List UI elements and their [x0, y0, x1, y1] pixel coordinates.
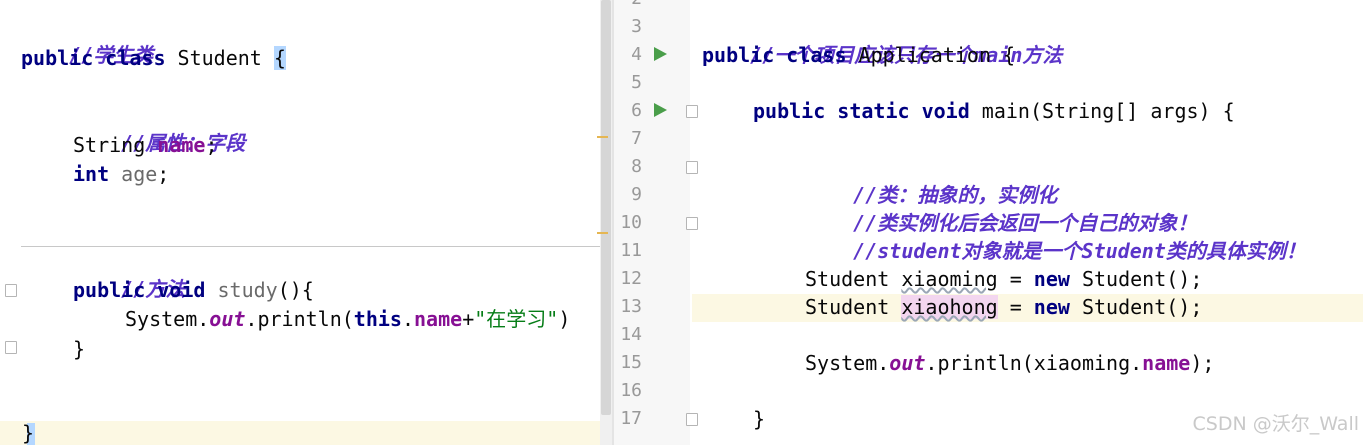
semicolon: ;	[157, 162, 170, 186]
current-line-highlight	[0, 421, 600, 445]
keyword: public static void	[753, 99, 982, 123]
code-line: public static void main(String[] args) {	[753, 97, 1235, 125]
variable-name[interactable]: xiaoming	[901, 267, 997, 291]
code-line: System.out.println(xiaoming.name);	[805, 349, 1214, 377]
field-name: age	[121, 162, 158, 186]
line-number[interactable]: 6	[614, 97, 642, 125]
field-name: name	[1142, 351, 1191, 375]
line-number[interactable]: 16	[614, 377, 642, 405]
code-text: Application {	[858, 43, 1016, 67]
code-text: );	[1190, 351, 1215, 375]
keyword: new	[1033, 267, 1082, 291]
keyword: public void	[73, 278, 218, 302]
line-number[interactable]: 2	[614, 0, 642, 13]
code-line: System.out.println(this.name+"在学习")	[125, 305, 570, 333]
fold-marker-icon[interactable]	[5, 284, 17, 297]
fold-marker-icon[interactable]	[686, 161, 698, 174]
keyword: public class	[21, 46, 178, 70]
type-name: String	[73, 133, 158, 157]
variable-name[interactable]: xiaohong	[901, 295, 998, 319]
code-line: }	[73, 335, 85, 363]
code-line: Student xiaohong = new Student();	[805, 293, 1202, 321]
line-number[interactable]: 4	[614, 41, 642, 69]
code-line: public class Application {	[702, 41, 1015, 69]
field-name: name	[157, 133, 206, 157]
line-number[interactable]: 12	[614, 265, 642, 293]
code-line: int age;	[73, 160, 169, 188]
code-text: .println(	[245, 307, 354, 331]
brace-match: {	[273, 46, 286, 70]
type-name: Student	[805, 267, 902, 291]
student-editor-pane[interactable]: //学生类 public class Student { //属性：字段 Str…	[0, 0, 600, 445]
keyword: this	[353, 307, 402, 331]
scrollbar-thumb[interactable]	[601, 0, 611, 415]
code-line: String name;	[73, 131, 218, 159]
line-number[interactable]: 10	[614, 209, 642, 237]
code-line: public class Student {	[21, 44, 286, 72]
line-number[interactable]: 3	[614, 13, 642, 41]
keyword: int	[73, 162, 122, 186]
code-line: }	[753, 405, 765, 433]
code-text: Student();	[1081, 267, 1203, 291]
warning-stripe[interactable]	[597, 232, 608, 234]
line-number[interactable]: 17	[614, 405, 642, 433]
run-class-icon[interactable]	[654, 47, 667, 61]
method-name: study	[217, 278, 278, 302]
line-number[interactable]: 5	[614, 69, 642, 97]
code-text: main(String[] args) {	[981, 99, 1235, 123]
keyword: new	[1033, 295, 1082, 319]
line-number[interactable]: 14	[614, 321, 642, 349]
code-text: Student();	[1081, 295, 1203, 319]
string-literal: "在学习"	[474, 307, 559, 331]
line-number[interactable]: 13	[614, 293, 642, 321]
field-name: name	[414, 307, 463, 331]
fold-marker-icon[interactable]	[686, 413, 698, 426]
run-main-icon[interactable]	[654, 103, 667, 117]
comment: //student对象就是一个Student类的具体实例！	[853, 239, 1306, 263]
static-field: out	[209, 307, 246, 331]
line-number[interactable]: 9	[614, 181, 642, 209]
code-text: .println(xiaoming.	[925, 351, 1143, 375]
watermark: CSDN @沃尔_Wall	[1192, 413, 1359, 435]
closing-brace: }	[22, 421, 35, 445]
line-number[interactable]: 8	[614, 153, 642, 181]
class-name: Student	[177, 46, 274, 70]
closing-brace: }	[73, 337, 86, 361]
code-text: =	[997, 267, 1034, 291]
code-line: //学生类	[21, 13, 153, 67]
code-text: )	[558, 307, 571, 331]
code-text: +	[462, 307, 475, 331]
line-number[interactable]: 15	[614, 349, 642, 377]
closing-brace: }	[753, 407, 766, 431]
keyword: public class	[702, 43, 859, 67]
fold-marker-icon[interactable]	[5, 341, 17, 354]
line-number[interactable]: 7	[614, 125, 642, 153]
code-line: //一个项目应该只存一个main方法	[702, 13, 1062, 67]
type-name: Student	[805, 295, 902, 319]
fold-marker-icon[interactable]	[686, 105, 698, 118]
code-text: .	[401, 307, 415, 331]
code-text: =	[997, 295, 1034, 319]
fold-marker-icon[interactable]	[686, 217, 698, 230]
application-editor-pane[interactable]: 234567891011121314151617 //一个项目应该只存一个mai…	[614, 0, 1363, 445]
warning-stripe[interactable]	[597, 136, 608, 138]
static-field: out	[889, 351, 926, 375]
semicolon: ;	[205, 133, 218, 157]
code-line: //类：抽象的，实例化	[805, 153, 1057, 207]
code-line: public void study(){	[73, 276, 314, 304]
code-text: System.	[805, 351, 890, 375]
code-line: }	[22, 419, 34, 445]
code-line: //类实例化后会返回一个自己的对象！	[805, 181, 1197, 235]
code-line: //属性：字段	[73, 101, 245, 155]
code-line: Student xiaoming = new Student();	[805, 265, 1202, 293]
code-line: //方法	[73, 247, 185, 301]
code-text: (){	[277, 278, 314, 302]
code-text: System.	[125, 307, 210, 331]
code-line: //student对象就是一个Student类的具体实例！	[805, 209, 1306, 263]
line-number[interactable]: 11	[614, 237, 642, 265]
